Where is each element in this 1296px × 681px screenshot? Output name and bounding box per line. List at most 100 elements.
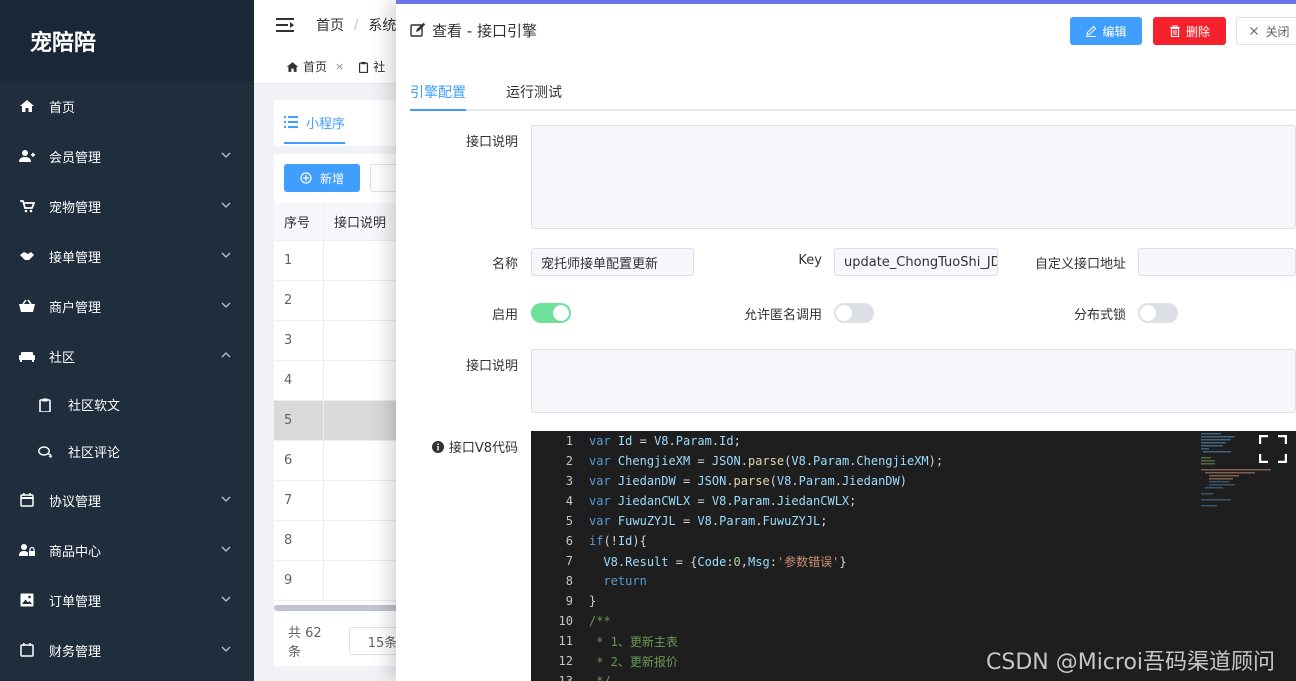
sidebar-item-community[interactable]: 社区 <box>0 331 254 381</box>
code-line: return <box>603 574 647 588</box>
code-line: } <box>589 594 597 608</box>
handshake-icon <box>18 248 36 264</box>
tab-miniprogram[interactable]: 小程序 <box>284 103 346 144</box>
field-label-code: 接口V8代码 <box>416 437 518 456</box>
key-input[interactable]: update_ChongTuoShi_JD <box>834 248 998 276</box>
close-icon[interactable]: × <box>335 60 344 73</box>
field-label-name: 名称 <box>491 257 518 272</box>
clipboard-icon <box>359 61 369 73</box>
sidebar-subitem-comments[interactable]: 社区评论 <box>0 428 254 475</box>
code-line: var JiedanDW = JSON.parse(V8.Param.Jieda… <box>589 474 907 488</box>
row-index: 4 <box>274 361 324 400</box>
sidebar-item-label: 商户管理 <box>49 300 102 316</box>
user-icon <box>18 148 36 164</box>
sidebar-subitem-articles[interactable]: 社区软文 <box>0 381 254 428</box>
tag-label: 首页 <box>303 60 328 74</box>
code-line: * 2、更新报价 <box>589 654 678 669</box>
breadcrumb-system[interactable]: 系统 <box>368 15 396 35</box>
table-row[interactable]: 8 <box>274 521 404 561</box>
table-row[interactable]: 6 <box>274 441 404 481</box>
line-number: 2 <box>565 454 573 468</box>
row-desc <box>324 401 404 440</box>
sidebar-item-finance[interactable]: 财务管理 <box>0 625 254 675</box>
clipboard-icon <box>38 398 52 412</box>
table-row[interactable]: 4 <box>274 361 404 401</box>
table-row[interactable]: 9 <box>274 561 404 601</box>
sidebar-item-label: 会员管理 <box>49 150 102 166</box>
sidebar-item-agreements[interactable]: 协议管理 <box>0 475 254 525</box>
menu-toggle-icon[interactable] <box>276 18 294 32</box>
desc-textarea[interactable] <box>531 125 1296 229</box>
row-desc <box>324 321 404 360</box>
fullscreen-icon[interactable] <box>1259 435 1287 463</box>
chevron-down-icon <box>221 496 231 502</box>
tag-community[interactable]: 社 <box>358 58 385 75</box>
table-row-selected[interactable]: 5 <box>274 401 404 441</box>
home-icon <box>18 98 36 114</box>
enable-switch[interactable] <box>531 303 571 323</box>
sidebar-item-members[interactable]: 会员管理 <box>0 131 254 181</box>
chevron-down-icon <box>221 252 231 258</box>
anonymous-switch[interactable] <box>834 303 874 323</box>
user-lock-icon <box>18 542 36 558</box>
list-icon <box>284 116 298 128</box>
add-button[interactable]: 新增 <box>284 164 360 192</box>
line-number: 12 <box>558 654 573 668</box>
table-row[interactable]: 7 <box>274 481 404 521</box>
row-desc <box>324 521 404 560</box>
sidebar-item-home[interactable]: 首页 <box>0 81 254 131</box>
drawer-tabs: 引擎配置 运行测试 <box>410 74 1296 111</box>
list-content: 小程序 新增 序号 接口说明 1 2 3 4 5 6 7 8 9 共 62 条 … <box>274 100 410 666</box>
sidebar-item-products[interactable]: 商品中心 <box>0 525 254 575</box>
code-line: * 1、更新主表 <box>589 634 678 649</box>
image-icon <box>18 592 36 608</box>
close-button-label: 关闭 <box>1265 24 1290 39</box>
field-label-desc: 接口说明 <box>465 135 518 150</box>
close-icon <box>1250 27 1259 35</box>
name-input[interactable]: 宠托师接单配置更新 <box>531 248 694 276</box>
table-row[interactable]: 1 <box>274 241 404 281</box>
drawer-title: 查看 - 接口引擎 <box>410 20 537 41</box>
table-row[interactable]: 3 <box>274 321 404 361</box>
distributed-lock-switch[interactable] <box>1138 303 1178 323</box>
custom-url-input[interactable] <box>1138 248 1296 276</box>
comments-icon <box>38 445 52 459</box>
info-icon[interactable] <box>431 440 444 453</box>
edit-button[interactable]: 编辑 <box>1070 17 1142 45</box>
home-icon <box>286 61 299 72</box>
horizontal-scrollbar[interactable] <box>274 605 398 611</box>
trash-icon <box>1169 25 1180 37</box>
sidebar-item-label: 社区 <box>49 350 76 366</box>
tag-home[interactable]: 首页 × <box>286 58 344 75</box>
desc2-textarea[interactable] <box>531 349 1296 413</box>
sidebar-item-label: 首页 <box>49 100 76 116</box>
sidebar-item-merchants[interactable]: 商户管理 <box>0 281 254 331</box>
sidebar-item-orders-taking[interactable]: 接单管理 <box>0 231 254 281</box>
line-number: 11 <box>558 634 573 648</box>
code-line: var ChengjieXM = JSON.parse(V8.Param.Che… <box>589 454 944 468</box>
sidebar-item-pets[interactable]: 宠物管理 <box>0 181 254 231</box>
tab-engine-config[interactable]: 引擎配置 <box>410 74 466 111</box>
sidebar: 宠陪陪 首页 会员管理 宠物管理 接单管理 商户管理 社区 社区软文 社区评论 <box>0 0 254 681</box>
breadcrumb-home[interactable]: 首页 <box>316 15 344 35</box>
sidebar-item-label: 订单管理 <box>49 594 102 610</box>
table-row[interactable]: 2 <box>274 281 404 321</box>
breadcrumb-separator: / <box>354 17 359 33</box>
row-desc <box>324 281 404 320</box>
close-button[interactable]: 关闭 <box>1236 17 1296 45</box>
col-desc-header: 接口说明 <box>334 216 387 231</box>
list-tabs: 小程序 <box>274 100 404 146</box>
sidebar-item-orders[interactable]: 订单管理 <box>0 575 254 625</box>
calendar-icon <box>18 492 36 508</box>
row-index: 1 <box>274 241 324 280</box>
chevron-down-icon <box>221 546 231 552</box>
delete-button[interactable]: 删除 <box>1153 17 1226 45</box>
row-index: 5 <box>274 401 324 440</box>
line-number: 3 <box>565 474 573 488</box>
tab-run-test[interactable]: 运行测试 <box>506 74 562 111</box>
sidebar-item-label: 宠物管理 <box>49 200 102 216</box>
line-number: 10 <box>558 614 573 628</box>
line-number: 9 <box>565 594 573 608</box>
watermark: CSDN @Microi吾码渠道顾问 <box>986 650 1276 675</box>
sidebar-item-label: 财务管理 <box>49 644 102 660</box>
